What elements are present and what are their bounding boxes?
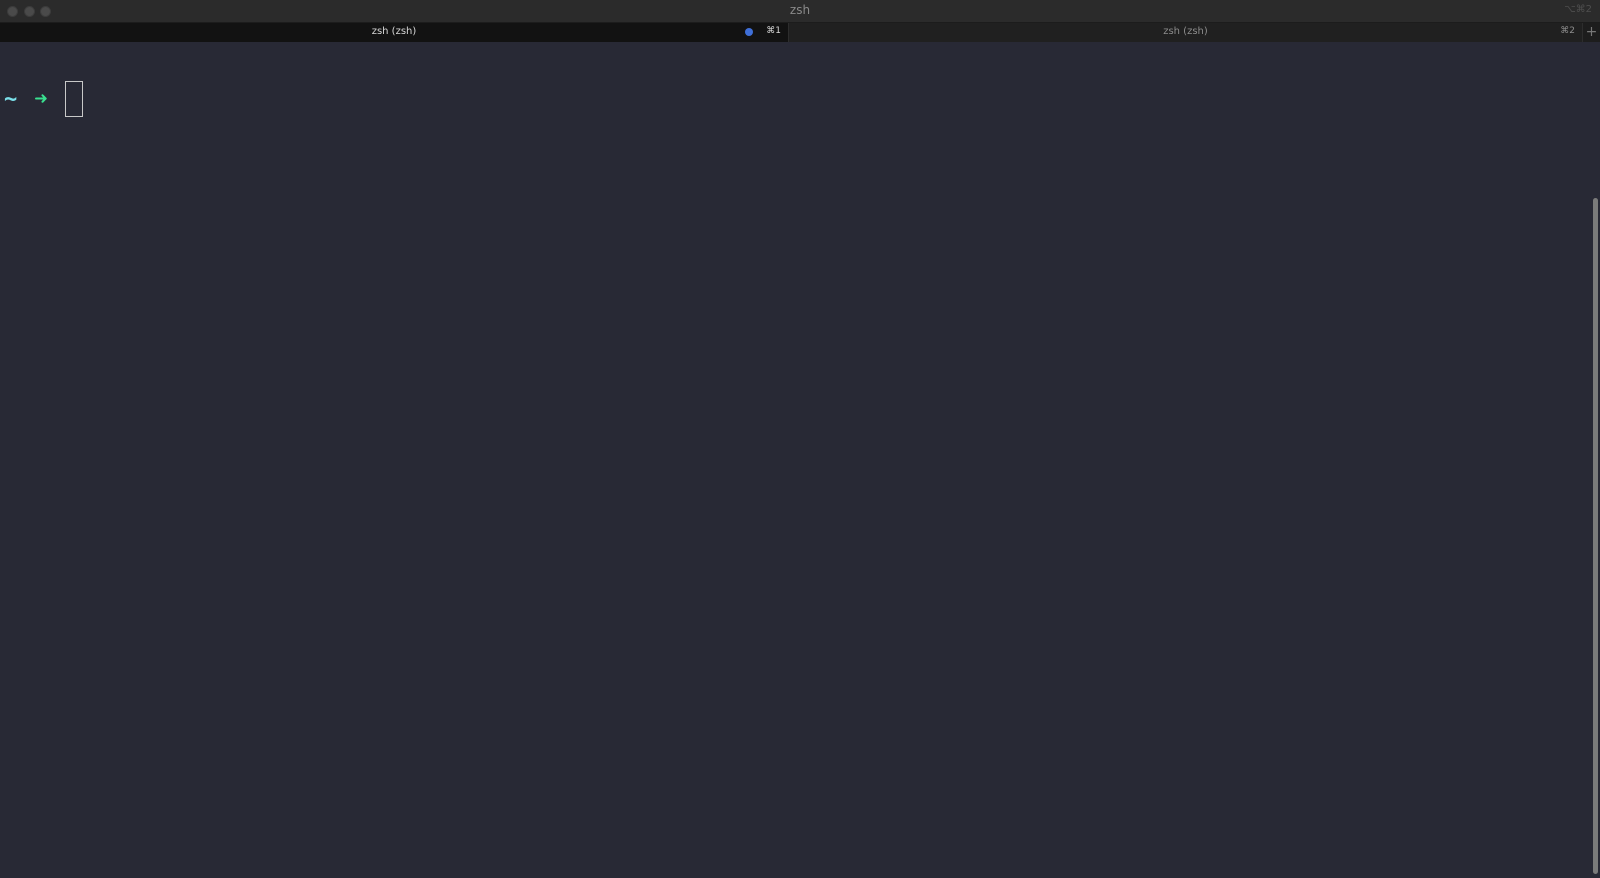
tab-1[interactable]: zsh (zsh) ⌘1	[0, 23, 789, 42]
tab-shortcut: ⌘1	[766, 26, 781, 36]
prompt-arrow-icon: ➜	[34, 86, 48, 112]
tab-2[interactable]: zsh (zsh) ⌘2	[789, 23, 1582, 42]
tab-label: zsh (zsh)	[371, 26, 417, 37]
activity-dot-icon	[745, 28, 753, 36]
tab-shortcut: ⌘2	[1560, 26, 1575, 36]
window-title: zsh	[789, 3, 811, 17]
shell-prompt: ~ ➜	[4, 80, 83, 118]
title-bar[interactable]: zsh ⌥⌘2	[0, 0, 1600, 23]
tab-label: zsh (zsh)	[1163, 26, 1208, 37]
terminal-pane[interactable]: ~ ➜	[0, 42, 1600, 878]
text-cursor[interactable]	[64, 81, 83, 117]
prompt-directory: ~	[4, 86, 18, 112]
new-tab-button[interactable]: +	[1582, 23, 1600, 42]
terminal-window: zsh ⌥⌘2 zsh (zsh) ⌘1 zsh (zsh) ⌘2 + ~ ➜	[0, 0, 1600, 878]
tab-bar: zsh (zsh) ⌘1 zsh (zsh) ⌘2 +	[0, 23, 1600, 42]
scrollbar-thumb[interactable]	[1593, 198, 1598, 874]
vertical-scrollbar[interactable]	[1591, 42, 1600, 878]
window-shortcut: ⌥⌘2	[1564, 4, 1592, 15]
